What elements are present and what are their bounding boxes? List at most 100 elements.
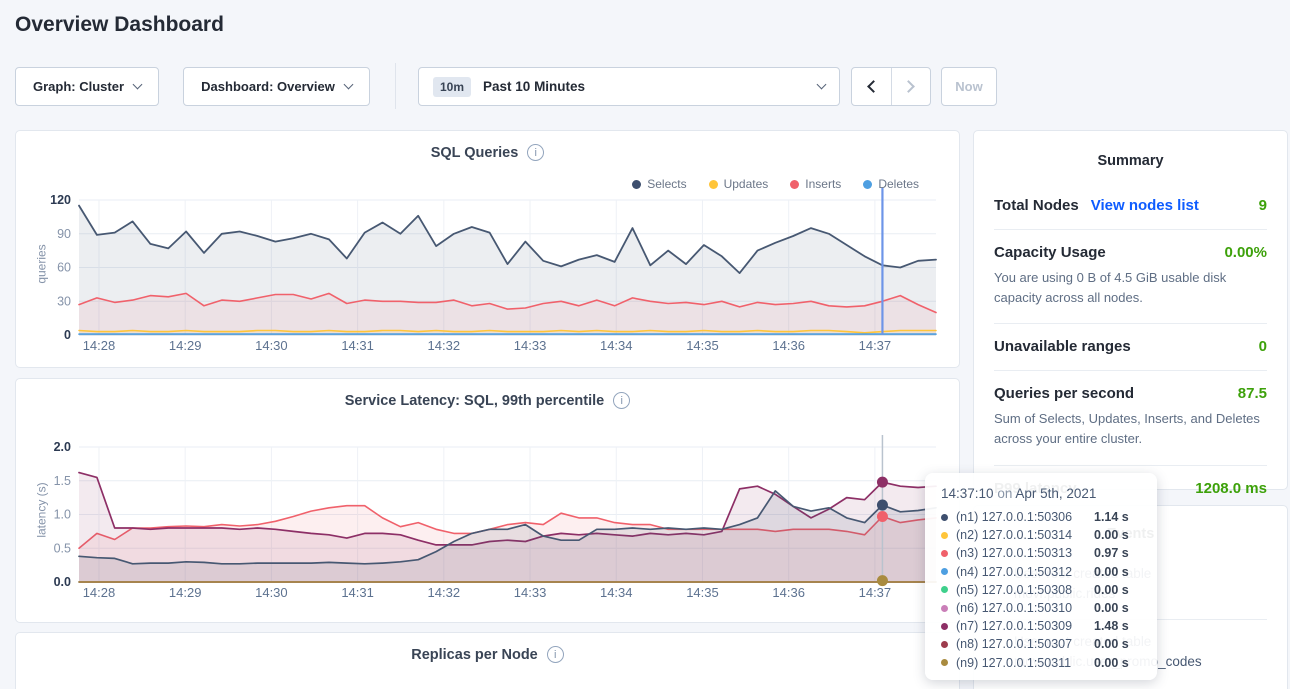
- summary-row-total-nodes: Total Nodes View nodes list 9: [994, 183, 1267, 230]
- summary-row-unavailable-ranges: Unavailable ranges 0: [994, 324, 1267, 371]
- chevron-down-icon: [133, 80, 143, 90]
- node-latency-value: 0.97 s: [1094, 546, 1129, 560]
- x-axis-tick-label: 14:31: [341, 585, 374, 600]
- hover-point-dot: [877, 500, 888, 511]
- replicas-per-node-card: Replicas per Node i: [15, 632, 960, 689]
- tooltip-node-row: (n1) 127.0.0.1:503061.14 s: [941, 508, 1141, 526]
- node-address: (n9) 127.0.0.1:50311: [956, 656, 1094, 670]
- summary-label: Capacity Usage: [994, 244, 1106, 261]
- node-latency-value: 1.14 s: [1094, 510, 1129, 524]
- sql-queries-card: SQL Queries i SelectsUpdatesInsertsDelet…: [15, 130, 960, 368]
- y-axis-tick-label: 1.0: [54, 508, 71, 522]
- tooltip-node-row: (n5) 127.0.0.1:503080.00 s: [941, 581, 1141, 599]
- node-latency-value: 0.00 s: [1094, 601, 1129, 615]
- y-axis-tick-label: 2.0: [54, 440, 71, 454]
- node-latency-value: 0.00 s: [1094, 565, 1129, 579]
- node-address: (n3) 127.0.0.1:50313: [956, 546, 1094, 560]
- chevron-right-icon: [903, 80, 916, 93]
- hover-point-dot: [877, 575, 888, 586]
- now-button[interactable]: Now: [941, 67, 997, 106]
- service-latency-chart-title: Service Latency: SQL, 99th percentile: [345, 393, 605, 409]
- node-color-dot: [941, 605, 948, 612]
- page-title: Overview Dashboard: [15, 13, 224, 37]
- node-address: (n8) 127.0.0.1:50307: [956, 637, 1094, 651]
- tooltip-node-row: (n6) 127.0.0.1:503100.00 s: [941, 599, 1141, 617]
- dashboard-dropdown[interactable]: Dashboard: Overview: [183, 67, 370, 106]
- time-range-dropdown[interactable]: 10m Past 10 Minutes: [418, 67, 840, 106]
- x-axis-tick-label: 14:29: [169, 585, 202, 600]
- tooltip-node-row: (n9) 127.0.0.1:503110.00 s: [941, 654, 1141, 672]
- sql-queries-chart[interactable]: 030609012014:2814:2914:3014:3114:3214:33…: [16, 181, 961, 366]
- hover-point-dot: [877, 477, 888, 488]
- summary-label: Queries per second: [994, 385, 1134, 402]
- replicas-per-node-chart-title: Replicas per Node: [411, 647, 538, 663]
- dashboard-dropdown-label: Dashboard: Overview: [201, 79, 335, 94]
- summary-description: Sum of Selects, Updates, Inserts, and De…: [994, 409, 1267, 449]
- service-latency-card: Service Latency: SQL, 99th percentile i …: [15, 378, 960, 623]
- info-icon[interactable]: i: [613, 392, 630, 409]
- info-icon[interactable]: i: [547, 646, 564, 663]
- x-axis-tick-label: 14:36: [772, 585, 805, 600]
- node-color-dot: [941, 623, 948, 630]
- graph-scope-dropdown-label: Graph: Cluster: [33, 79, 124, 94]
- node-latency-value: 0.00 s: [1094, 583, 1129, 597]
- sql-queries-chart-title: SQL Queries: [431, 145, 519, 161]
- node-latency-value: 0.00 s: [1094, 656, 1129, 670]
- node-color-dot: [941, 659, 948, 666]
- time-step-forward-button[interactable]: [891, 68, 930, 105]
- x-axis-tick-label: 14:29: [169, 338, 202, 353]
- summary-panel: Summary Total Nodes View nodes list 9 Ca…: [973, 130, 1288, 490]
- summary-value: 0.00%: [1224, 244, 1267, 261]
- summary-row-capacity-usage: Capacity Usage 0.00% You are using 0 B o…: [994, 230, 1267, 324]
- x-axis-tick-label: 14:30: [255, 585, 288, 600]
- time-step-back-button[interactable]: [852, 68, 891, 105]
- node-address: (n2) 127.0.0.1:50314: [956, 528, 1094, 542]
- x-axis-tick-label: 14:33: [514, 338, 547, 353]
- tooltip-node-row: (n8) 127.0.0.1:503070.00 s: [941, 635, 1141, 653]
- x-axis-tick-label: 14:37: [859, 338, 892, 353]
- view-nodes-list-link[interactable]: View nodes list: [1091, 197, 1199, 214]
- x-axis-tick-label: 14:30: [255, 338, 288, 353]
- chart-hover-tooltip: 14:37:10 on Apr 5th, 2021 (n1) 127.0.0.1…: [925, 473, 1157, 680]
- node-latency-value: 0.00 s: [1094, 528, 1129, 542]
- node-address: (n4) 127.0.0.1:50312: [956, 565, 1094, 579]
- summary-title: Summary: [994, 153, 1267, 169]
- node-color-dot: [941, 641, 948, 648]
- x-axis-tick-label: 14:37: [859, 585, 892, 600]
- hover-point-dot: [877, 511, 888, 522]
- tooltip-node-row: (n2) 127.0.0.1:503140.00 s: [941, 526, 1141, 544]
- time-step-buttons: [851, 67, 931, 106]
- tooltip-timestamp: 14:37:10 on Apr 5th, 2021: [941, 486, 1141, 501]
- chevron-left-icon: [867, 80, 880, 93]
- chevron-down-icon: [343, 80, 353, 90]
- x-axis-tick-label: 14:28: [83, 338, 116, 353]
- now-button-label: Now: [955, 79, 982, 94]
- node-address: (n1) 127.0.0.1:50306: [956, 510, 1094, 524]
- node-color-dot: [941, 532, 948, 539]
- summary-row-queries-per-second: Queries per second 87.5 Sum of Selects, …: [994, 371, 1267, 465]
- node-color-dot: [941, 514, 948, 521]
- y-axis-tick-label: 0.5: [54, 541, 71, 555]
- y-axis-tick-label: 1.5: [54, 474, 71, 488]
- time-range-label: Past 10 Minutes: [483, 79, 818, 94]
- graph-scope-dropdown[interactable]: Graph: Cluster: [15, 67, 159, 106]
- x-axis-tick-label: 14:32: [428, 585, 461, 600]
- y-axis-tick-label: 120: [50, 193, 71, 207]
- tooltip-node-row: (n3) 127.0.0.1:503130.97 s: [941, 544, 1141, 562]
- x-axis-tick-label: 14:34: [600, 585, 633, 600]
- node-color-dot: [941, 586, 948, 593]
- x-axis-tick-label: 14:35: [686, 585, 719, 600]
- toolbar-divider: [395, 63, 396, 109]
- summary-label: Total Nodes: [994, 197, 1079, 214]
- x-axis-tick-label: 14:34: [600, 338, 633, 353]
- node-latency-value: 0.00 s: [1094, 637, 1129, 651]
- time-range-badge: 10m: [433, 77, 471, 97]
- node-address: (n6) 127.0.0.1:50310: [956, 601, 1094, 615]
- service-latency-chart[interactable]: 0.00.51.01.52.014:2814:2914:3014:3114:32…: [16, 431, 961, 611]
- node-address: (n5) 127.0.0.1:50308: [956, 583, 1094, 597]
- summary-value: 1208.0 ms: [1195, 480, 1267, 497]
- node-address: (n7) 127.0.0.1:50309: [956, 619, 1094, 633]
- summary-value: 87.5: [1238, 385, 1267, 402]
- info-icon[interactable]: i: [527, 144, 544, 161]
- summary-value: 9: [1259, 197, 1267, 214]
